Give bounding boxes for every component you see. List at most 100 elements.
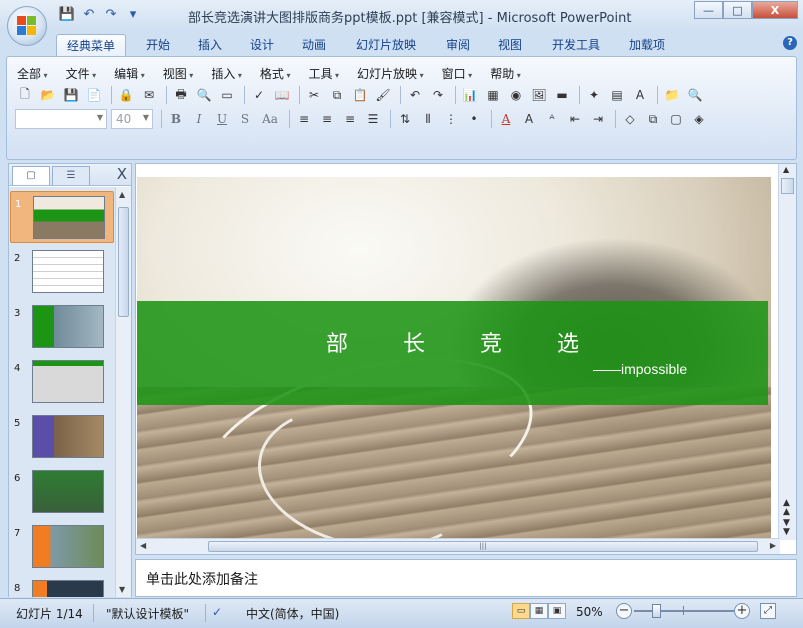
zoom-slider-handle[interactable] [652, 604, 661, 618]
tab-review[interactable]: 审阅 [436, 34, 480, 56]
zoom-out-icon[interactable]: − [616, 603, 632, 619]
horizontal-scrollbar[interactable]: ◀ ||| ▶ [136, 538, 780, 554]
slide-thumb-7[interactable]: 7 [10, 521, 114, 573]
tab-slides[interactable]: ▢ [12, 166, 50, 185]
spell-check-icon[interactable]: ✓ [212, 605, 222, 619]
spelling-icon[interactable]: ✓ [249, 85, 269, 105]
menu-window[interactable]: 窗口 [442, 65, 473, 82]
slide-thumb-4[interactable]: 4 [10, 356, 114, 408]
format-painter-icon[interactable]: 🖌 [373, 85, 393, 105]
tab-addins[interactable]: 加载项 [620, 34, 674, 56]
tab-insert[interactable]: 插入 [188, 34, 232, 56]
align-center-icon[interactable]: ≡ [317, 109, 337, 129]
shapes-icon[interactable]: ◇ [620, 109, 640, 129]
slideshow-button[interactable]: ▣ [548, 603, 566, 619]
change-case-button[interactable]: Aa [258, 109, 282, 129]
redo-icon[interactable]: ↷ [428, 85, 448, 105]
bullets-icon[interactable]: • [464, 109, 484, 129]
scroll-left-icon[interactable]: ◀ [140, 541, 146, 550]
permission-icon[interactable]: 🔒 [116, 85, 136, 105]
menu-format[interactable]: 格式 [260, 65, 291, 82]
fit-to-window-icon[interactable]: ⤢ [760, 603, 776, 619]
language-status[interactable]: 中文(简体，中国) [246, 605, 339, 622]
slide-canvas[interactable]: 部长竞选 ——impossible [137, 177, 771, 539]
print-preview-icon[interactable]: 🔍 [194, 85, 214, 105]
tab-home[interactable]: 开始 [136, 34, 180, 56]
new-slide-icon[interactable]: ✦ [584, 85, 604, 105]
font-size-combo[interactable]: 40 ▼ [111, 109, 153, 129]
justify-icon[interactable]: ☰ [363, 109, 383, 129]
title-banner[interactable]: 部长竞选 ——impossible [137, 301, 768, 405]
research-icon[interactable]: 📖 [272, 85, 292, 105]
zoom-in-icon[interactable]: + [734, 603, 750, 619]
save-icon[interactable]: 💾 [61, 85, 81, 105]
notes-pane[interactable]: 单击此处添加备注 [135, 559, 797, 597]
picture-icon[interactable]: 🖼 [529, 85, 549, 105]
clip-art-icon[interactable]: ◉ [506, 85, 526, 105]
minimize-button[interactable]: — [694, 1, 723, 19]
print-icon[interactable]: 🖶 [171, 85, 191, 105]
scroll-up-icon[interactable]: ▲ [783, 165, 789, 174]
quick-styles-icon[interactable]: ▢ [666, 109, 686, 129]
menu-slideshow[interactable]: 幻灯片放映 [357, 65, 424, 82]
layout-icon[interactable]: ▤ [607, 85, 627, 105]
slide-thumb-1[interactable]: 1 [10, 191, 114, 243]
slide-sorter-button[interactable]: ▦ [530, 603, 548, 619]
columns-icon[interactable]: ⫴ [418, 109, 438, 129]
bold-button[interactable]: B [166, 109, 186, 129]
align-left-icon[interactable]: ≡ [294, 109, 314, 129]
slide-thumb-3[interactable]: 3 [10, 301, 114, 353]
chart-icon[interactable]: 📊 [460, 85, 480, 105]
tab-classic-menu[interactable]: 经典菜单 [56, 34, 126, 56]
office-button[interactable] [7, 6, 47, 46]
font-color-button[interactable]: A [496, 109, 516, 129]
slide-view-icon[interactable]: ▭ [217, 85, 237, 105]
email-icon[interactable]: ✉ [139, 85, 159, 105]
thumbnail-scrollbar[interactable]: ▲ ▼ [115, 187, 131, 597]
undo-icon[interactable]: ↶ [80, 6, 98, 22]
paste-icon[interactable]: 📋 [350, 85, 370, 105]
open-folder-icon[interactable]: 📂 [38, 85, 58, 105]
menu-view[interactable]: 视图 [163, 65, 194, 82]
slide-title[interactable]: 部长竞选 [137, 326, 768, 358]
menu-all[interactable]: 全部 [17, 65, 48, 82]
tab-design[interactable]: 设计 [240, 34, 284, 56]
slide-thumb-6[interactable]: 6 [10, 466, 114, 518]
help-icon[interactable]: ? [783, 36, 797, 50]
grow-font-icon[interactable]: A [519, 109, 539, 129]
new-file-icon[interactable]: 🗋 [15, 85, 35, 105]
font-name-combo[interactable]: ▼ [15, 109, 107, 129]
normal-view-button[interactable]: ▭ [512, 603, 530, 619]
text-box-icon[interactable]: A [630, 85, 650, 105]
notes-placeholder[interactable]: 单击此处添加备注 [146, 569, 258, 589]
tab-outline[interactable]: ☰ [52, 166, 90, 185]
tab-developer[interactable]: 开发工具 [540, 34, 612, 56]
scroll-thumb[interactable] [118, 207, 129, 317]
save-pdf-icon[interactable]: 📄 [84, 85, 104, 105]
decrease-indent-icon[interactable]: ⇤ [565, 109, 585, 129]
slide-thumb-8[interactable]: 8 [10, 576, 114, 597]
shape-fill-icon[interactable]: ◈ [689, 109, 709, 129]
maximize-button[interactable]: □ [723, 1, 752, 19]
align-right-icon[interactable]: ≡ [340, 109, 360, 129]
menu-insert[interactable]: 插入 [211, 65, 242, 82]
previous-slide-icon[interactable]: ▲ ▲ [783, 499, 790, 517]
tab-view[interactable]: 视图 [488, 34, 532, 56]
numbering-icon[interactable]: ⋮ [441, 109, 461, 129]
menu-tools[interactable]: 工具 [308, 65, 339, 82]
scroll-down-icon[interactable]: ▼ [119, 585, 125, 594]
underline-button[interactable]: U [212, 109, 232, 129]
folder-icon[interactable]: 📁 [662, 85, 682, 105]
scroll-up-icon[interactable]: ▲ [119, 190, 125, 199]
shrink-font-icon[interactable]: ᴬ [542, 109, 562, 129]
close-panel-icon[interactable]: X [117, 165, 127, 183]
italic-button[interactable]: I [189, 109, 209, 129]
shadow-button[interactable]: S [235, 109, 255, 129]
next-slide-icon[interactable]: ▼ ▼ [783, 519, 790, 537]
arrange-icon[interactable]: ⧉ [643, 109, 663, 129]
menu-edit[interactable]: 编辑 [114, 65, 145, 82]
color-grayscale-icon[interactable]: ▬ [552, 85, 572, 105]
table-icon[interactable]: ▦ [483, 85, 503, 105]
tab-animation[interactable]: 动画 [292, 34, 336, 56]
redo-icon[interactable]: ↷ [102, 6, 120, 22]
